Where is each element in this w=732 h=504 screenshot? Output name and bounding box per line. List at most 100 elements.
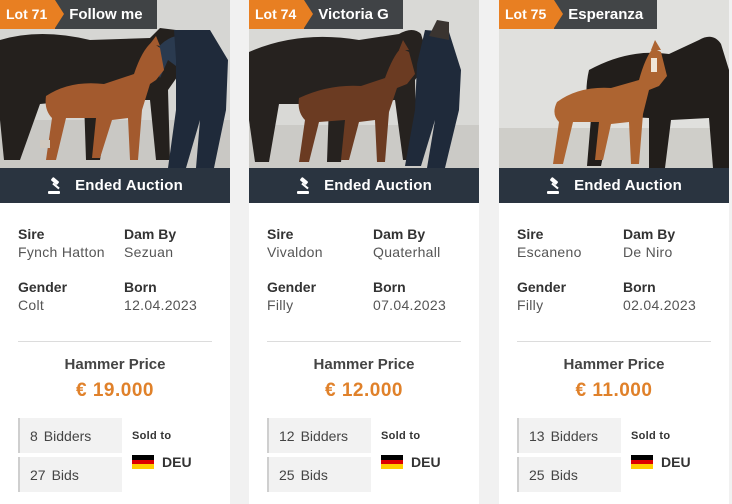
bids-counter: 27 Bids bbox=[18, 457, 122, 492]
buyer-country: DEU bbox=[132, 454, 192, 470]
gender-field: Gender Filly bbox=[267, 278, 373, 315]
dam-field: Dam By De Niro bbox=[623, 225, 711, 262]
counters: 8 Bidders 27 Bids bbox=[18, 418, 122, 492]
hammer-price-value: € 11.000 bbox=[575, 380, 653, 401]
sire-label: Sire bbox=[18, 226, 45, 242]
born-label: Born bbox=[373, 279, 406, 295]
bidders-label: Bidders bbox=[43, 427, 92, 444]
gavel-icon bbox=[48, 176, 61, 194]
auction-status: Ended Auction bbox=[324, 177, 432, 194]
sire-value: Escaneno bbox=[517, 244, 582, 260]
bids-counter: 25 Bids bbox=[517, 457, 621, 492]
lot-card[interactable]: Lot 75 Esperanza Ended Auction Sire Esca… bbox=[499, 0, 729, 504]
foal-photo[interactable]: Lot 74 Victoria G bbox=[249, 0, 479, 168]
auction-status: Ended Auction bbox=[574, 177, 682, 194]
bids-count: 27 bbox=[30, 466, 46, 483]
divider bbox=[517, 341, 711, 342]
hammer-price-value: € 12.000 bbox=[325, 380, 403, 401]
bidders-count: 8 bbox=[30, 427, 38, 444]
bidders-label: Bidders bbox=[550, 427, 599, 444]
hammer-price-label: Hammer Price bbox=[563, 356, 665, 373]
dam-value: De Niro bbox=[623, 244, 673, 260]
dam-value: Sezuan bbox=[124, 244, 174, 260]
sire-field: Sire Fynch Hatton bbox=[18, 225, 124, 262]
sold-to: Sold to DEU bbox=[122, 418, 192, 492]
born-field: Born 02.04.2023 bbox=[623, 278, 711, 315]
pedigree-details: Sire Vivaldon Dam By Quaterhall Gender F… bbox=[249, 203, 479, 315]
gender-value: Filly bbox=[267, 297, 294, 313]
bids-label: Bids bbox=[550, 466, 578, 483]
born-field: Born 07.04.2023 bbox=[373, 278, 461, 315]
auction-status-bar: Ended Auction bbox=[499, 168, 729, 203]
lot-name[interactable]: Esperanza bbox=[568, 6, 643, 23]
gender-label: Gender bbox=[18, 279, 68, 295]
dam-label: Dam By bbox=[373, 226, 426, 242]
auction-status-bar: Ended Auction bbox=[249, 168, 479, 203]
dam-label: Dam By bbox=[124, 226, 177, 242]
germany-flag-icon bbox=[631, 455, 653, 470]
sold-to: Sold to DEU bbox=[621, 418, 691, 492]
sire-label: Sire bbox=[517, 226, 544, 242]
bidders-count: 12 bbox=[279, 427, 295, 444]
counters: 12 Bidders 25 Bids bbox=[267, 418, 371, 492]
born-value: 07.04.2023 bbox=[373, 297, 447, 313]
auction-stats: 8 Bidders 27 Bids Sold to DEU bbox=[0, 418, 230, 492]
lot-card[interactable]: Lot 71 Follow me Ended Auction Sire Fync… bbox=[0, 0, 230, 504]
auction-status: Ended Auction bbox=[75, 177, 183, 194]
hammer-price-label: Hammer Price bbox=[313, 356, 415, 373]
bidders-counter: 8 Bidders bbox=[18, 418, 122, 453]
lot-badge: Lot 74 Victoria G bbox=[249, 0, 403, 29]
auction-stats: 13 Bidders 25 Bids Sold to DEU bbox=[499, 418, 729, 492]
dam-label: Dam By bbox=[623, 226, 676, 242]
foal-photo[interactable]: Lot 75 Esperanza bbox=[499, 0, 729, 168]
sire-value: Vivaldon bbox=[267, 244, 323, 260]
gavel-icon bbox=[297, 176, 310, 194]
gender-label: Gender bbox=[267, 279, 317, 295]
gender-value: Filly bbox=[517, 297, 544, 313]
born-value: 02.04.2023 bbox=[623, 297, 697, 313]
pedigree-details: Sire Fynch Hatton Dam By Sezuan Gender C… bbox=[0, 203, 230, 315]
counters: 13 Bidders 25 Bids bbox=[517, 418, 621, 492]
sire-value: Fynch Hatton bbox=[18, 244, 105, 260]
sold-to-label: Sold to bbox=[381, 430, 421, 442]
lot-card[interactable]: Lot 74 Victoria G Ended Auction Sire Viv… bbox=[249, 0, 479, 504]
gender-field: Gender Colt bbox=[18, 278, 124, 315]
auction-status-bar: Ended Auction bbox=[0, 168, 230, 203]
bidders-count: 13 bbox=[529, 427, 545, 444]
born-field: Born 12.04.2023 bbox=[124, 278, 212, 315]
buyer-country: DEU bbox=[631, 454, 691, 470]
country-code: DEU bbox=[162, 454, 192, 470]
germany-flag-icon bbox=[381, 455, 403, 470]
bidders-counter: 13 Bidders bbox=[517, 418, 621, 453]
sire-field: Sire Escaneno bbox=[517, 225, 623, 262]
born-label: Born bbox=[124, 279, 157, 295]
germany-flag-icon bbox=[132, 455, 154, 470]
country-code: DEU bbox=[411, 454, 441, 470]
bids-count: 25 bbox=[529, 466, 545, 483]
sire-label: Sire bbox=[267, 226, 294, 242]
lot-number: Lot 74 bbox=[249, 0, 314, 29]
foal-photo[interactable]: Lot 71 Follow me bbox=[0, 0, 230, 168]
lot-badge: Lot 75 Esperanza bbox=[499, 0, 658, 29]
country-code: DEU bbox=[661, 454, 691, 470]
lot-name[interactable]: Victoria G bbox=[318, 6, 389, 23]
hammer-price-label: Hammer Price bbox=[64, 356, 166, 373]
lot-number: Lot 75 bbox=[499, 0, 564, 29]
divider bbox=[18, 341, 212, 342]
gavel-icon bbox=[547, 176, 560, 194]
dam-field: Dam By Sezuan bbox=[124, 225, 212, 262]
dam-value: Quaterhall bbox=[373, 244, 441, 260]
born-value: 12.04.2023 bbox=[124, 297, 198, 313]
born-label: Born bbox=[623, 279, 656, 295]
bids-count: 25 bbox=[279, 466, 295, 483]
sold-to-label: Sold to bbox=[631, 430, 671, 442]
lot-name[interactable]: Follow me bbox=[69, 6, 142, 23]
lot-badge: Lot 71 Follow me bbox=[0, 0, 157, 29]
sold-to: Sold to DEU bbox=[371, 418, 441, 492]
bids-counter: 25 Bids bbox=[267, 457, 371, 492]
dam-field: Dam By Quaterhall bbox=[373, 225, 461, 262]
sire-field: Sire Vivaldon bbox=[267, 225, 373, 262]
buyer-country: DEU bbox=[381, 454, 441, 470]
pedigree-details: Sire Escaneno Dam By De Niro Gender Fill… bbox=[499, 203, 729, 315]
sold-to-label: Sold to bbox=[132, 430, 172, 442]
